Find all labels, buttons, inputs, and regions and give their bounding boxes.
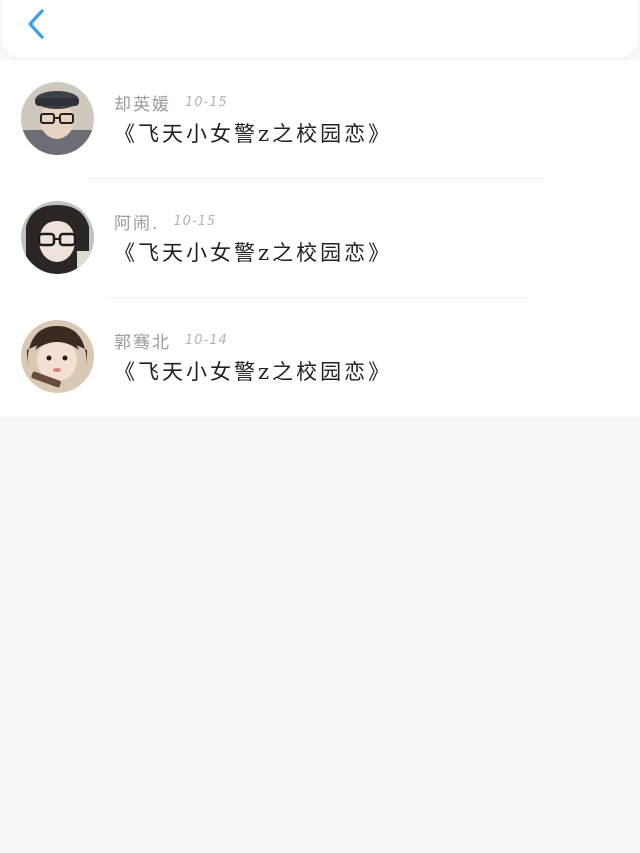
avatar[interactable] <box>21 320 94 393</box>
avatar[interactable] <box>21 201 94 274</box>
comment-time: 10-14 <box>185 332 228 348</box>
list-item[interactable]: 却英媛 10-15 《飞天小女警z之校园恋》 <box>0 60 640 178</box>
comment-time: 10-15 <box>173 213 217 229</box>
comment-meta: 阿闹. 10-15 <box>114 209 217 234</box>
list-item[interactable]: 郭骞北 10-14 《飞天小女警z之校园恋》 <box>0 298 640 416</box>
comment-text: 《飞天小女警z之校园恋》 <box>114 241 393 265</box>
back-button[interactable] <box>20 6 54 42</box>
chevron-left-icon <box>28 9 44 39</box>
comment-meta: 郭骞北 10-14 <box>114 328 228 353</box>
user-name[interactable]: 阿闹. <box>114 209 159 234</box>
top-bar <box>2 0 638 58</box>
list-item[interactable]: 阿闹. 10-15 《飞天小女警z之校园恋》 <box>0 179 640 297</box>
avatar[interactable] <box>21 82 94 155</box>
user-name[interactable]: 却英媛 <box>114 90 171 115</box>
comment-list: 却英媛 10-15 《飞天小女警z之校园恋》 阿闹. 10-15 《飞天小女警z… <box>0 60 640 418</box>
comment-text: 《飞天小女警z之校园恋》 <box>114 360 393 384</box>
user-name[interactable]: 郭骞北 <box>114 328 171 353</box>
comment-meta: 却英媛 10-15 <box>114 90 228 115</box>
comment-text: 《飞天小女警z之校园恋》 <box>114 122 393 146</box>
comment-time: 10-15 <box>185 94 228 110</box>
